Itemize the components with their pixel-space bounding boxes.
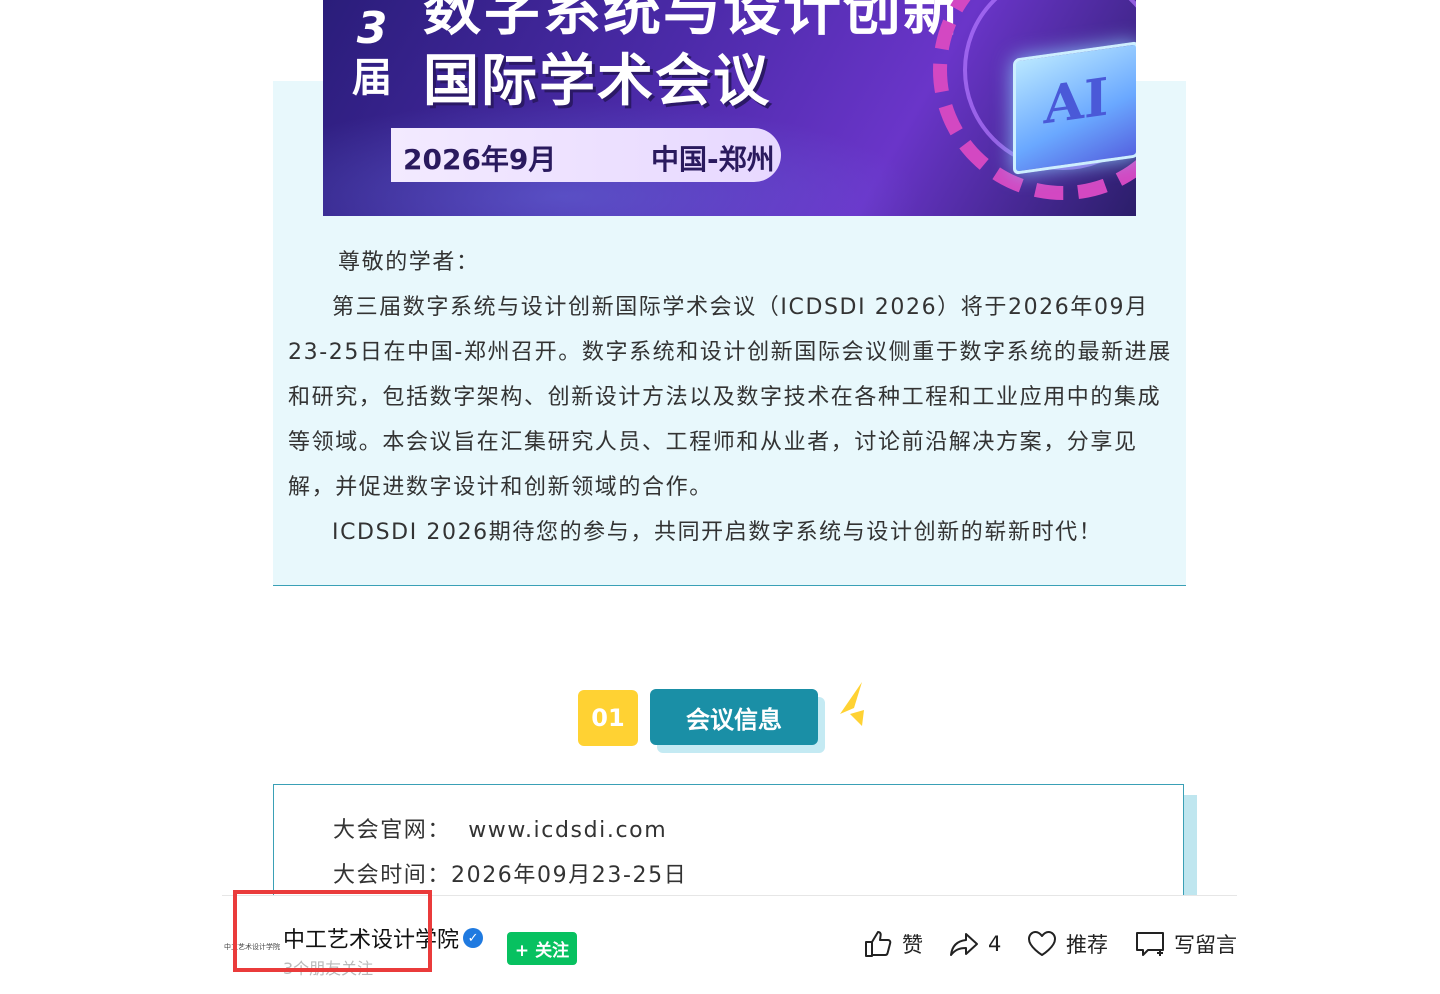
- intro-paragraph-2: ICDSDI 2026期待您的参与，共同开启数字系统与设计创新的崭新时代！: [332, 520, 1103, 545]
- banner-title-line2: 国际学术会议: [423, 49, 771, 114]
- comment-label: 写留言: [1174, 933, 1237, 957]
- banner-place: 中国-郑州: [651, 143, 775, 176]
- thumbs-up-icon: [865, 931, 892, 957]
- like-button[interactable]: 赞: [862, 928, 923, 960]
- conference-banner: 3 届 数字系统与设计创新 国际学术会议 2026年9月 中国-郑州 AI: [323, 0, 1136, 216]
- banner-edition-char: 届: [352, 55, 392, 101]
- share-count: 4: [988, 932, 1002, 956]
- section-title: 会议信息: [650, 689, 818, 745]
- share-arrow-icon: [950, 933, 978, 956]
- section-number-badge: 01: [578, 690, 638, 746]
- ai-chip-icon: AI: [1013, 41, 1136, 175]
- time-label: 大会时间：: [333, 863, 452, 888]
- website-label: 大会官网：: [333, 818, 452, 843]
- intro-text: 尊敬的学者： 第三届数字系统与设计创新国际学术会议（ICDSDI 2026）将于…: [288, 240, 1172, 555]
- verified-check-icon: ✓: [463, 928, 484, 948]
- ai-chip-label: AI: [1043, 66, 1109, 137]
- banner-date: 2026年9月: [403, 143, 557, 176]
- website-row: 大会官网： www.icdsdi.com: [333, 808, 687, 853]
- banner-edition-number: 3: [356, 3, 388, 54]
- recommend-button[interactable]: 推荐: [1026, 928, 1108, 960]
- intro-paragraph-1: 第三届数字系统与设计创新国际学术会议（ICDSDI 2026）将于2026年09…: [288, 295, 1172, 500]
- comment-button[interactable]: 写留言: [1134, 928, 1237, 960]
- recommend-label: 推荐: [1066, 933, 1108, 957]
- comment-icon: [1136, 932, 1164, 956]
- greeting: 尊敬的学者：: [338, 250, 480, 275]
- highlight-box: [233, 890, 432, 972]
- banner-edition: 3 届: [347, 0, 397, 98]
- share-button[interactable]: 4: [948, 928, 1001, 960]
- info-text: 大会官网： www.icdsdi.com 大会时间：2026年09月23-25日: [333, 808, 687, 898]
- follow-button[interactable]: + 关注: [507, 932, 577, 965]
- like-label: 赞: [902, 933, 923, 957]
- website-link[interactable]: www.icdsdi.com: [468, 818, 667, 843]
- lightning-deco-icon: [840, 682, 864, 726]
- heart-icon: [1028, 931, 1056, 956]
- time-value: 2026年09月23-25日: [451, 863, 688, 888]
